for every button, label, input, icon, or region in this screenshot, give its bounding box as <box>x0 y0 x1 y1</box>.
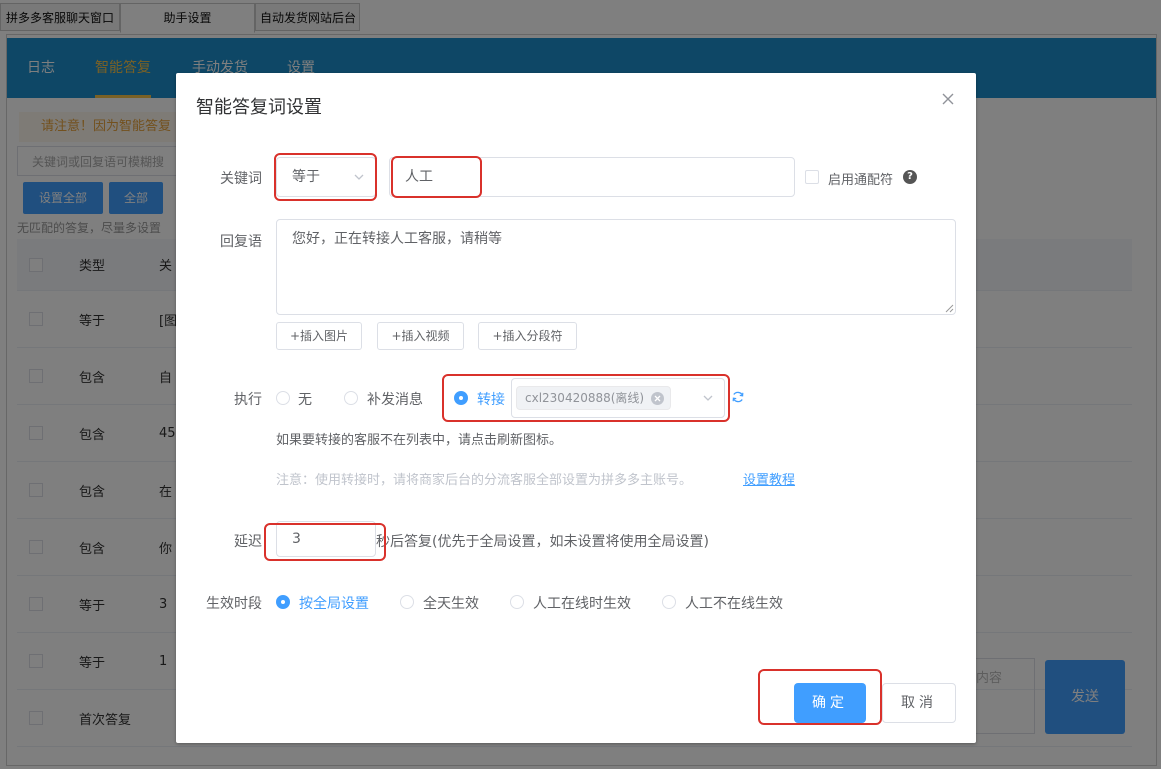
insert-separator-button[interactable]: +插入分段符 <box>478 322 577 350</box>
delay-input[interactable]: 3 <box>276 521 376 557</box>
chevron-down-icon <box>354 174 364 180</box>
effective-offline-label: 人工不在线生效 <box>685 596 783 612</box>
keyword-input[interactable]: 人工 <box>389 157 795 197</box>
effective-online-radio[interactable] <box>510 595 524 609</box>
match-type-select[interactable]: 等于 <box>276 157 376 197</box>
smart-reply-dialog: 智能答复词设置 关键词 等于 人工 启用通配符 ? 回复语 您好，正在转接人工客… <box>176 73 976 743</box>
effective-global-radio[interactable] <box>276 595 290 609</box>
cancel-button[interactable]: 取消 <box>882 683 956 723</box>
effective-global-label: 按全局设置 <box>299 596 369 612</box>
refresh-icon[interactable] <box>731 390 745 404</box>
reply-label: 回复语 <box>220 234 262 250</box>
wildcard-label: 启用通配符 <box>828 173 894 188</box>
wildcard-checkbox[interactable] <box>805 170 819 184</box>
insert-image-button[interactable]: +插入图片 <box>276 322 362 350</box>
execute-none-label: 无 <box>298 392 312 408</box>
transfer-tip: 如果要转接的客服不在列表中，请点击刷新图标。 <box>276 433 563 448</box>
confirm-button[interactable]: 确定 <box>794 683 866 723</box>
effective-offline-radio[interactable] <box>662 595 676 609</box>
match-type-value: 等于 <box>292 169 320 185</box>
effective-allday-label: 全天生效 <box>423 596 479 612</box>
delay-suffix: 秒后答复(优先于全局设置，如未设置将使用全局设置) <box>376 534 709 550</box>
reply-textarea[interactable]: 您好，正在转接人工客服，请稍等 <box>276 219 956 315</box>
execute-none-radio[interactable] <box>276 391 290 405</box>
close-icon[interactable] <box>940 91 956 107</box>
tutorial-link[interactable]: 设置教程 <box>743 469 795 488</box>
effective-allday-radio[interactable] <box>400 595 414 609</box>
transfer-target-text: cxl230420888(离线) <box>525 391 645 405</box>
tag-close-icon[interactable] <box>651 392 665 405</box>
transfer-target-tag: cxl230420888(离线) <box>516 386 672 410</box>
delay-label: 延迟 <box>234 534 262 550</box>
execute-transfer-radio[interactable] <box>454 391 468 405</box>
resize-grip-icon[interactable] <box>944 303 954 313</box>
execute-resend-radio[interactable] <box>344 391 358 405</box>
execute-transfer-label: 转接 <box>477 392 505 408</box>
insert-video-button[interactable]: +插入视频 <box>377 322 464 350</box>
keyword-label: 关键词 <box>220 171 262 187</box>
dialog-title: 智能答复词设置 <box>196 97 322 118</box>
chevron-down-icon <box>703 395 713 401</box>
reply-text: 您好，正在转接人工客服，请稍等 <box>292 231 502 247</box>
execute-label: 执行 <box>234 392 262 408</box>
effective-online-label: 人工在线时生效 <box>533 596 631 612</box>
execute-resend-label: 补发消息 <box>367 392 423 408</box>
effective-label: 生效时段 <box>206 596 262 612</box>
help-icon[interactable]: ? <box>903 170 917 184</box>
transfer-note: 注意：使用转接时，请将商家后台的分流客服全部设置为拼多多主账号。 <box>276 473 693 488</box>
